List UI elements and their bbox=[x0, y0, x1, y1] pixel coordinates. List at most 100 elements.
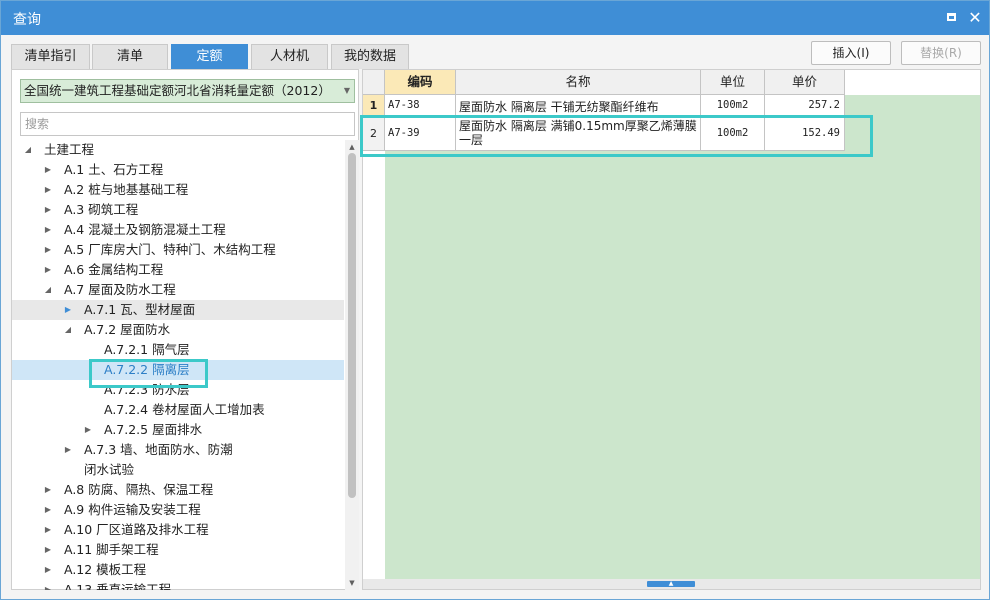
insert-button[interactable]: 插入(I) bbox=[811, 41, 891, 65]
column-header-unit[interactable]: 单位 bbox=[701, 70, 765, 95]
tree-node[interactable]: ▶ A.7.2.5 屋面排水 bbox=[12, 420, 344, 440]
table-row[interactable]: A7-39 bbox=[385, 117, 456, 151]
tree-node-label: A.10 厂区道路及排水工程 bbox=[64, 522, 209, 537]
tree-node[interactable]: ▶ A.11 脚手架工程 bbox=[12, 540, 344, 560]
tab-my-data[interactable]: 我的数据 bbox=[331, 44, 409, 69]
table-row[interactable]: 100m2 bbox=[701, 95, 765, 117]
window-title: 查询 bbox=[13, 12, 41, 28]
expand-arrow-icon[interactable]: ◢ bbox=[22, 140, 34, 160]
table-hscrollbar[interactable]: ▲ bbox=[363, 579, 980, 589]
tree-node-label: A.7 屋面及防水工程 bbox=[64, 282, 176, 297]
tree-node[interactable]: A.7.2.2 隔离层 bbox=[12, 360, 344, 380]
maximize-icon[interactable] bbox=[941, 8, 961, 28]
scroll-up-icon[interactable]: ▲ bbox=[345, 140, 359, 154]
collapse-arrow-icon[interactable]: ▶ bbox=[42, 580, 54, 590]
table-row[interactable]: 257.2 bbox=[765, 95, 845, 117]
cell-unit: 100m2 bbox=[716, 127, 749, 139]
table-empty-area bbox=[385, 95, 980, 580]
tree-node-label: 闭水试验 bbox=[84, 462, 135, 477]
collapse-arrow-icon[interactable]: ▶ bbox=[42, 260, 54, 280]
collapse-arrow-icon[interactable]: ▶ bbox=[42, 480, 54, 500]
tab-quota[interactable]: 定额 bbox=[171, 44, 248, 69]
tree-node[interactable]: ◢ A.7 屋面及防水工程 bbox=[12, 280, 344, 300]
table-row[interactable]: A7-38 bbox=[385, 95, 456, 117]
tree-node[interactable]: ▶ A.5 厂库房大门、特种门、木结构工程 bbox=[12, 240, 344, 260]
tree-node-label: A.7.2.3 防水层 bbox=[104, 382, 190, 397]
tree-node-label: A.9 构件运输及安装工程 bbox=[64, 502, 201, 517]
tree-node[interactable]: ▶ A.3 砌筑工程 bbox=[12, 200, 344, 220]
quota-library-select[interactable]: 全国统一建筑工程基础定额河北省消耗量定额（2012） ▼ bbox=[20, 79, 355, 103]
scroll-thumb[interactable] bbox=[348, 153, 356, 498]
column-header-code[interactable]: 编码 bbox=[385, 70, 456, 95]
scroll-down-icon[interactable]: ▼ bbox=[345, 576, 359, 590]
tree-node-label: A.13 垂直运输工程 bbox=[64, 582, 172, 590]
column-header-price[interactable]: 单价 bbox=[765, 70, 845, 95]
tree-node-label: A.6 金属结构工程 bbox=[64, 262, 164, 277]
tree-node[interactable]: 闭水试验 bbox=[12, 460, 344, 480]
tree-node[interactable]: ▶ A.6 金属结构工程 bbox=[12, 260, 344, 280]
tree-node[interactable]: ▶ A.1 土、石方工程 bbox=[12, 160, 344, 180]
tree-node[interactable]: ▶ A.2 桩与地基基础工程 bbox=[12, 180, 344, 200]
column-header-name[interactable]: 名称 bbox=[456, 70, 701, 95]
tree-node-label: A.5 厂库房大门、特种门、木结构工程 bbox=[64, 242, 276, 257]
tree-node-label: A.7.2.2 隔离层 bbox=[104, 362, 190, 377]
collapse-arrow-icon[interactable]: ▶ bbox=[62, 440, 74, 460]
row-number[interactable]: 1 bbox=[363, 95, 385, 117]
collapse-arrow-icon[interactable]: ▶ bbox=[42, 560, 54, 580]
tree-node[interactable]: A.7.2.1 隔气层 bbox=[12, 340, 344, 360]
tree-scrollbar[interactable]: ▲ ▼ bbox=[345, 140, 359, 590]
tree-node[interactable]: ▶ A.12 模板工程 bbox=[12, 560, 344, 580]
tree-node-label: A.2 桩与地基基础工程 bbox=[64, 182, 189, 197]
tree-node[interactable]: ▶ A.7.3 墙、地面防水、防潮 bbox=[12, 440, 344, 460]
query-window: 查询 ✕ 清单指引 清单 定额 人材机 我的数据 插入(I) 替换(R) 全国统… bbox=[0, 0, 990, 600]
collapse-arrow-icon[interactable]: ▶ bbox=[42, 520, 54, 540]
tree-node[interactable]: A.7.2.4 卷材屋面人工增加表 bbox=[12, 400, 344, 420]
tree-node[interactable]: ▶ A.13 垂直运输工程 bbox=[12, 580, 344, 590]
tree-node[interactable]: ▶ A.10 厂区道路及排水工程 bbox=[12, 520, 344, 540]
row-number[interactable]: 2 bbox=[363, 117, 385, 151]
expand-arrow-icon[interactable]: ◢ bbox=[42, 280, 54, 300]
collapse-arrow-icon[interactable]: ▶ bbox=[42, 220, 54, 240]
tab-bill[interactable]: 清单 bbox=[92, 44, 168, 69]
tree-node[interactable]: ▶ A.7.1 瓦、型材屋面 bbox=[12, 300, 344, 320]
tree-node[interactable]: ▶ A.4 混凝土及钢筋混凝土工程 bbox=[12, 220, 344, 240]
table-row[interactable]: 屋面防水 隔离层 干铺无纺聚酯纤维布 bbox=[456, 95, 701, 117]
title-bar[interactable]: 查询 ✕ bbox=[1, 1, 989, 35]
search-input[interactable] bbox=[20, 112, 355, 136]
cell-code: A7-39 bbox=[388, 127, 420, 139]
collapse-arrow-icon[interactable]: ▶ bbox=[42, 240, 54, 260]
tree-node-label: A.1 土、石方工程 bbox=[64, 162, 164, 177]
collapse-arrow-icon[interactable]: ▶ bbox=[42, 500, 54, 520]
replace-button[interactable]: 替换(R) bbox=[901, 41, 981, 65]
tree-node-label: A.4 混凝土及钢筋混凝土工程 bbox=[64, 222, 226, 237]
collapse-arrow-icon[interactable]: ▶ bbox=[42, 200, 54, 220]
tree-node[interactable]: ▶ A.8 防腐、隔热、保温工程 bbox=[12, 480, 344, 500]
tree-node-label: A.7.2.5 屋面排水 bbox=[104, 422, 203, 437]
cell-name: 屋面防水 隔离层 满铺0.15mm厚聚乙烯薄膜一层 bbox=[459, 119, 697, 147]
table-row[interactable]: 100m2 bbox=[701, 117, 765, 151]
tab-bill-guide[interactable]: 清单指引 bbox=[11, 44, 90, 69]
table-row[interactable]: 152.49 bbox=[765, 117, 845, 151]
tree-node[interactable]: ▶ A.9 构件运输及安装工程 bbox=[12, 500, 344, 520]
tree-node-label: A.7.3 墙、地面防水、防潮 bbox=[84, 442, 233, 457]
expand-arrow-icon[interactable]: ◢ bbox=[62, 320, 74, 340]
collapse-arrow-icon[interactable]: ▶ bbox=[62, 300, 74, 320]
tree-node-label: A.11 脚手架工程 bbox=[64, 542, 159, 557]
tab-labor-material-machine[interactable]: 人材机 bbox=[251, 44, 328, 69]
collapse-arrow-icon[interactable]: ▶ bbox=[42, 540, 54, 560]
chevron-down-icon: ▼ bbox=[343, 86, 350, 95]
tree-node[interactable]: A.7.2.3 防水层 bbox=[12, 380, 344, 400]
cell-price: 152.49 bbox=[802, 127, 840, 139]
close-icon[interactable]: ✕ bbox=[965, 8, 985, 28]
cell-price: 257.2 bbox=[808, 99, 840, 111]
table-row[interactable]: 屋面防水 隔离层 满铺0.15mm厚聚乙烯薄膜一层 bbox=[456, 117, 701, 151]
scroll-grip-icon[interactable]: ▲ bbox=[647, 581, 695, 587]
collapse-arrow-icon[interactable]: ▶ bbox=[42, 160, 54, 180]
collapse-arrow-icon[interactable]: ▶ bbox=[82, 420, 94, 440]
tree-node[interactable]: ◢ A.7.2 屋面防水 bbox=[12, 320, 344, 340]
quota-tree: ◢ 土建工程 ▶ A.1 土、石方工程 ▶ A.2 桩与地基基础工程 ▶ A.3 砌筑工程 ▶ A… bbox=[12, 140, 344, 590]
tree-node[interactable]: ◢ 土建工程 bbox=[12, 140, 344, 160]
collapse-arrow-icon[interactable]: ▶ bbox=[42, 180, 54, 200]
table-corner bbox=[363, 70, 385, 95]
tree-node-label: A.7.2.1 隔气层 bbox=[104, 342, 190, 357]
